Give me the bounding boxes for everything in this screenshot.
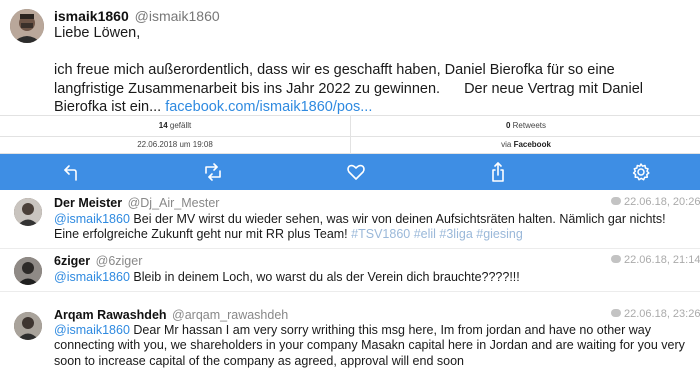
reply-item[interactable]: 6ziger @6ziger 22.06.18, 21:14 @ismaik18… <box>0 249 700 292</box>
author-handle[interactable]: @ismaik1860 <box>135 8 220 24</box>
author-name[interactable]: ismaik1860 <box>54 8 129 24</box>
reply-header: 6ziger @6ziger <box>54 254 142 268</box>
likes-stat[interactable]: 14 gefällt <box>0 116 350 136</box>
reply-hashtags[interactable]: #TSV1860 #elil #3liga #giesing <box>351 227 523 241</box>
reply-mention[interactable]: @ismaik1860 <box>54 323 130 337</box>
retweets-count: 0 <box>505 121 511 130</box>
retweets-stat[interactable]: 0 Retweets <box>350 116 700 136</box>
reply-author-handle[interactable]: @arqam_rawashdeh <box>172 308 288 322</box>
reply-header: Der Meister @Dj_Air_Mester <box>54 196 219 210</box>
comment-bubble-icon <box>611 255 621 263</box>
via-label: via <box>501 140 512 149</box>
main-tweet: ismaik1860 @ismaik1860 Liebe Löwen, ich … <box>0 0 700 115</box>
retweets-label: Retweets <box>512 121 547 130</box>
reply-item[interactable]: Arqam Rawashdeh @arqam_rawashdeh 22.06.1… <box>0 298 700 369</box>
retweet-icon[interactable] <box>203 162 223 182</box>
tweet-greeting: Liebe Löwen, <box>54 25 141 41</box>
reply-timestamp: 22.06.18, 20:26 <box>611 196 700 208</box>
avatar[interactable] <box>14 257 42 285</box>
tweet-link[interactable]: facebook.com/ismaik1860/pos... <box>165 99 372 115</box>
tweet-source: via Facebook <box>350 136 700 153</box>
reply-time-text: 22.06.18, 20:26 <box>624 196 700 208</box>
reply-text: @ismaik1860 Dear Mr hassan I am very sor… <box>54 323 694 369</box>
reply-author-handle[interactable]: @Dj_Air_Mester <box>128 196 220 210</box>
reply-author-name[interactable]: Arqam Rawashdeh <box>54 308 167 322</box>
reply-author-handle[interactable]: @6ziger <box>96 254 143 268</box>
like-icon[interactable] <box>346 162 366 182</box>
avatar[interactable] <box>14 312 42 340</box>
comment-bubble-icon <box>611 197 621 205</box>
reply-time-text: 22.06.18, 23:26 <box>624 308 700 320</box>
likes-label: gefällt <box>169 121 192 130</box>
reply-header: Arqam Rawashdeh @arqam_rawashdeh <box>54 308 288 322</box>
reply-text: @ismaik1860 Bleib in deinem Loch, wo war… <box>54 270 694 285</box>
action-toolbar <box>0 154 700 190</box>
share-icon[interactable] <box>488 162 508 182</box>
reply-timestamp: 22.06.18, 21:14 <box>611 254 700 266</box>
reply-time-text: 22.06.18, 21:14 <box>624 254 700 266</box>
tweet-datetime: 22.06.2018 um 19:08 <box>137 140 213 149</box>
reply-body: Dear Mr hassan I am very sorry writhing … <box>54 323 685 368</box>
reply-timestamp: 22.06.18, 23:26 <box>611 308 700 320</box>
reply-author-name[interactable]: 6ziger <box>54 254 90 268</box>
source-name[interactable]: Facebook <box>514 140 551 149</box>
tweet-meta: 22.06.2018 um 19:08 via Facebook <box>0 136 700 154</box>
tweet-header: ismaik1860 @ismaik1860 <box>54 8 220 24</box>
reply-author-name[interactable]: Der Meister <box>54 196 122 210</box>
avatar[interactable] <box>14 198 42 226</box>
settings-icon[interactable] <box>631 162 651 182</box>
reply-mention[interactable]: @ismaik1860 <box>54 270 130 284</box>
tweet-text: Liebe Löwen, ich freue mich außerordentl… <box>54 24 664 117</box>
tweet-stats: 14 gefällt 0 Retweets <box>0 115 700 137</box>
comment-bubble-icon <box>611 309 621 317</box>
reply-text: @ismaik1860 Bei der MV wirst du wieder s… <box>54 212 694 243</box>
reply-body: Bleib in deinem Loch, wo warst du als de… <box>133 270 520 284</box>
tweet-body: ich freue mich außerordentlich, dass wir… <box>54 61 664 117</box>
reply-mention[interactable]: @ismaik1860 <box>54 212 130 226</box>
likes-count: 14 <box>158 121 168 130</box>
avatar[interactable] <box>10 9 44 43</box>
reply-item[interactable]: Der Meister @Dj_Air_Mester 22.06.18, 20:… <box>0 190 700 249</box>
reply-icon[interactable] <box>62 162 82 182</box>
